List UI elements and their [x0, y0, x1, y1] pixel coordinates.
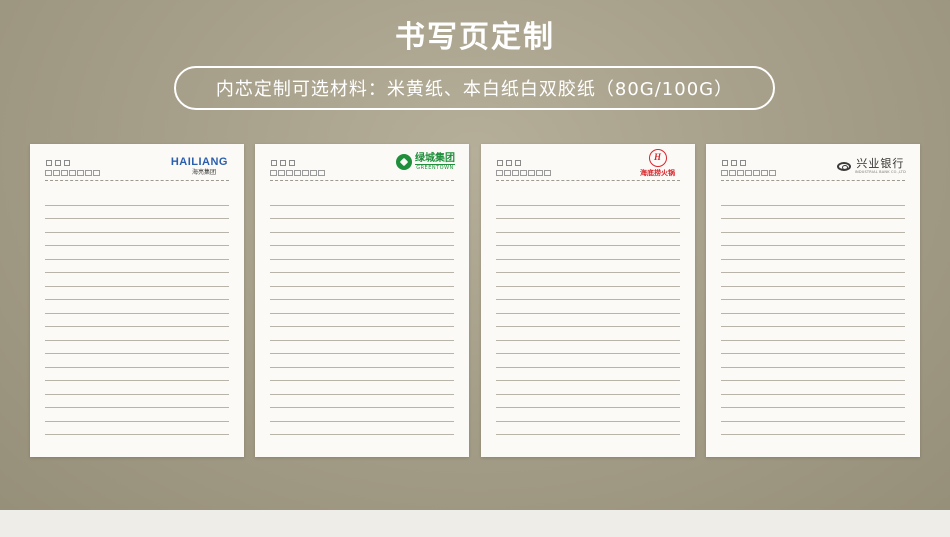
header-icons — [46, 160, 70, 166]
ruled-lines — [721, 192, 905, 435]
paper-sample-haidilao: H 海底捞火锅 — [481, 144, 695, 457]
hailiang-logo: HAILIANG 海亮集团 — [171, 156, 228, 177]
box-icon — [64, 160, 70, 166]
cib-logo: 兴业银行 INDUSTRIAL BANK CO.,LTD — [836, 157, 906, 175]
greentown-emblem-icon — [396, 154, 412, 170]
bottom-strip — [0, 510, 950, 537]
box-icon — [515, 160, 521, 166]
date-cells — [721, 170, 777, 176]
cib-emblem-icon — [836, 162, 851, 171]
material-options-banner: 内芯定制可选材料：米黄纸、本白纸白双胶纸（80G/100G） — [174, 66, 775, 110]
paper-sample-greentown: 绿城集团 GREENTOWN — [255, 144, 469, 457]
logo-sub-text: 海亮集团 — [191, 169, 216, 176]
header-icons — [271, 160, 295, 166]
paper-sample-cib: 兴业银行 INDUSTRIAL BANK CO.,LTD — [706, 144, 920, 457]
ruled-lines — [270, 192, 454, 435]
header-icons — [722, 160, 746, 166]
date-cells — [45, 170, 101, 176]
header-divider — [45, 180, 229, 181]
material-options-text: 内芯定制可选材料：米黄纸、本白纸白双胶纸（80G/100G） — [215, 79, 734, 100]
paper-sample-hailiang: HAILIANG 海亮集团 — [30, 144, 244, 457]
box-icon — [506, 160, 512, 166]
logo-main-text: 海底捞火锅 — [640, 169, 675, 177]
logo-main-text: 绿城集团 — [415, 153, 455, 164]
header-divider — [496, 180, 680, 181]
box-icon — [271, 160, 277, 166]
box-icon — [740, 160, 746, 166]
box-icon — [289, 160, 295, 166]
header-divider — [721, 180, 905, 181]
logo-main-text: HAILIANG — [170, 156, 228, 168]
logo-sub-text: GREENTOWN — [415, 164, 455, 171]
header-divider — [270, 180, 454, 181]
logo-sub-text: INDUSTRIAL BANK CO.,LTD — [854, 170, 906, 174]
box-icon — [497, 160, 503, 166]
ruled-lines — [45, 192, 229, 435]
header-icons — [497, 160, 521, 166]
date-cells — [270, 170, 326, 176]
greentown-logo: 绿城集团 GREENTOWN — [396, 153, 455, 171]
date-cells — [496, 170, 552, 176]
box-icon — [722, 160, 728, 166]
box-icon — [731, 160, 737, 166]
box-icon — [46, 160, 52, 166]
box-icon — [280, 160, 286, 166]
ruled-lines — [496, 192, 680, 435]
haidilao-logo: H 海底捞火锅 — [640, 149, 675, 178]
box-icon — [55, 160, 61, 166]
logo-main-text: 兴业银行 — [856, 157, 905, 170]
haidilao-emblem-icon: H — [648, 149, 667, 167]
page-title: 书写页定制 — [395, 20, 555, 55]
